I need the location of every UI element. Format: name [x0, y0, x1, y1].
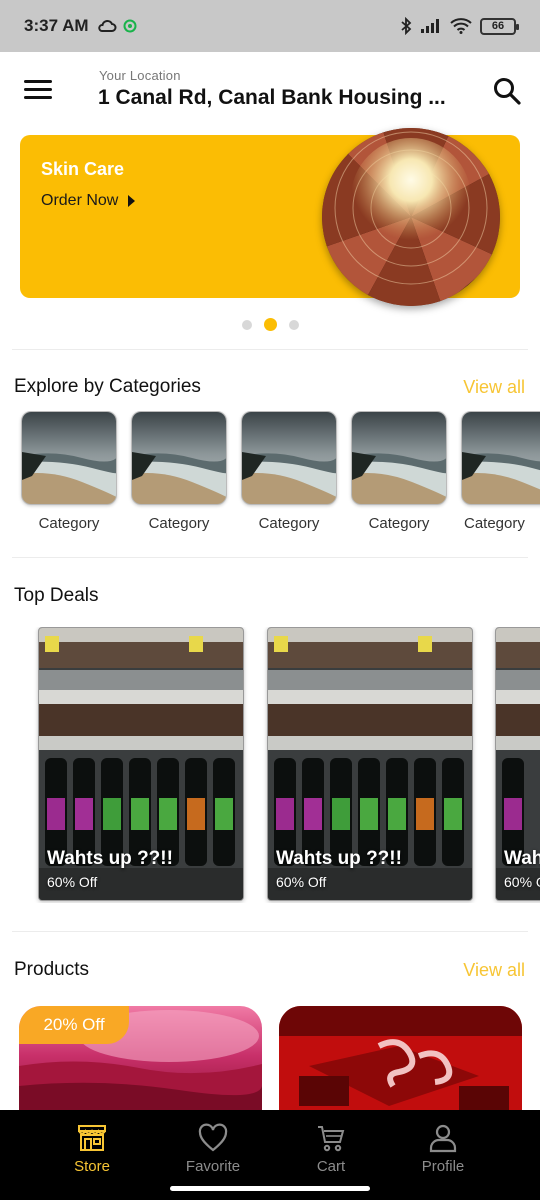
home-indicator[interactable] — [170, 1186, 370, 1191]
order-now-label: Order Now — [41, 192, 119, 209]
category-item[interactable]: Category — [19, 411, 119, 532]
category-item[interactable]: Category — [239, 411, 339, 532]
deal-title: Wahts up ??!! — [47, 848, 173, 869]
product-card[interactable]: 20% Off — [19, 1006, 262, 1116]
cart-icon — [318, 1126, 345, 1152]
nav-cart[interactable]: Cart — [276, 1122, 386, 1175]
deal-discount: 60% Off — [276, 874, 327, 890]
product-card[interactable] — [279, 1006, 522, 1116]
battery-icon: 66 — [480, 17, 519, 35]
categories-list: Category Category Category Category Cate… — [0, 411, 540, 541]
location-label: Your Location — [99, 68, 181, 83]
nav-favorite[interactable]: Favorite — [158, 1122, 268, 1175]
carousel-dot[interactable] — [241, 319, 252, 330]
discount-badge: 20% Off — [19, 1006, 129, 1044]
deal-card[interactable]: Wahts up ??!! 60% Off — [38, 627, 244, 901]
status-time: 3:37 AM — [24, 16, 89, 35]
bluetooth-icon — [401, 17, 412, 35]
category-item[interactable]: Category — [349, 411, 449, 532]
category-label: Category — [368, 515, 430, 532]
category-label: Category — [258, 515, 320, 532]
deal-title: Wahts up ??!! — [504, 848, 540, 869]
status-bar: 3:37 AM 66 — [0, 0, 540, 52]
divider — [12, 931, 528, 932]
top-deals-title: Top Deals — [14, 585, 99, 606]
categories-title: Explore by Categories — [14, 376, 201, 397]
category-image — [241, 411, 337, 505]
nav-store[interactable]: Store — [37, 1122, 147, 1175]
carousel-dot-active[interactable] — [263, 318, 277, 331]
deal-discount: 60% Off — [504, 874, 540, 890]
categories-view-all-link[interactable]: View all — [463, 377, 525, 398]
app-header: Your Location 1 Canal Rd, Canal Bank Hou… — [0, 52, 540, 132]
category-item[interactable]: Category — [129, 411, 229, 532]
wifi-icon — [450, 18, 472, 34]
top-deals-list: Wahts up ??!! 60% Off Wahts up ??!! 60% … — [0, 627, 540, 903]
category-image — [351, 411, 447, 505]
location-value[interactable]: 1 Canal Rd, Canal Bank Housing ... — [98, 86, 458, 110]
products-title: Products — [14, 959, 89, 980]
products-view-all-link[interactable]: View all — [463, 960, 525, 981]
search-icon[interactable] — [492, 76, 522, 106]
category-image — [461, 411, 540, 505]
category-label: Category — [148, 515, 210, 532]
menu-icon[interactable] — [24, 80, 52, 102]
category-label: Category — [464, 515, 525, 532]
banner-title: Skin Care — [41, 159, 125, 179]
category-item[interactable]: Category — [459, 411, 540, 532]
cloud-icon — [97, 19, 117, 32]
divider — [12, 349, 528, 350]
divider — [12, 557, 528, 558]
sync-icon — [123, 19, 137, 33]
heart-icon — [198, 1123, 228, 1152]
deal-card[interactable]: Wahts up ??!! 60% Off — [495, 627, 540, 901]
carousel-indicator — [0, 318, 540, 331]
profile-icon — [429, 1124, 457, 1153]
deal-title: Wahts up ??!! — [276, 848, 402, 869]
deal-card[interactable]: Wahts up ??!! 60% Off — [267, 627, 473, 901]
category-label: Category — [38, 515, 100, 532]
signal-icon — [421, 19, 439, 33]
nav-profile-label: Profile — [421, 1158, 465, 1175]
deal-discount: 60% Off — [47, 874, 98, 890]
order-now-button[interactable]: Order Now — [41, 192, 136, 210]
nav-profile[interactable]: Profile — [388, 1122, 498, 1175]
store-icon — [78, 1125, 106, 1151]
banner-image — [322, 128, 500, 306]
category-image — [21, 411, 117, 505]
nav-favorite-label: Favorite — [185, 1158, 241, 1175]
nav-cart-label: Cart — [316, 1158, 346, 1175]
play-arrow-icon — [128, 195, 136, 207]
carousel-dot[interactable] — [288, 319, 299, 330]
nav-store-label: Store — [74, 1158, 110, 1175]
category-image — [131, 411, 227, 505]
